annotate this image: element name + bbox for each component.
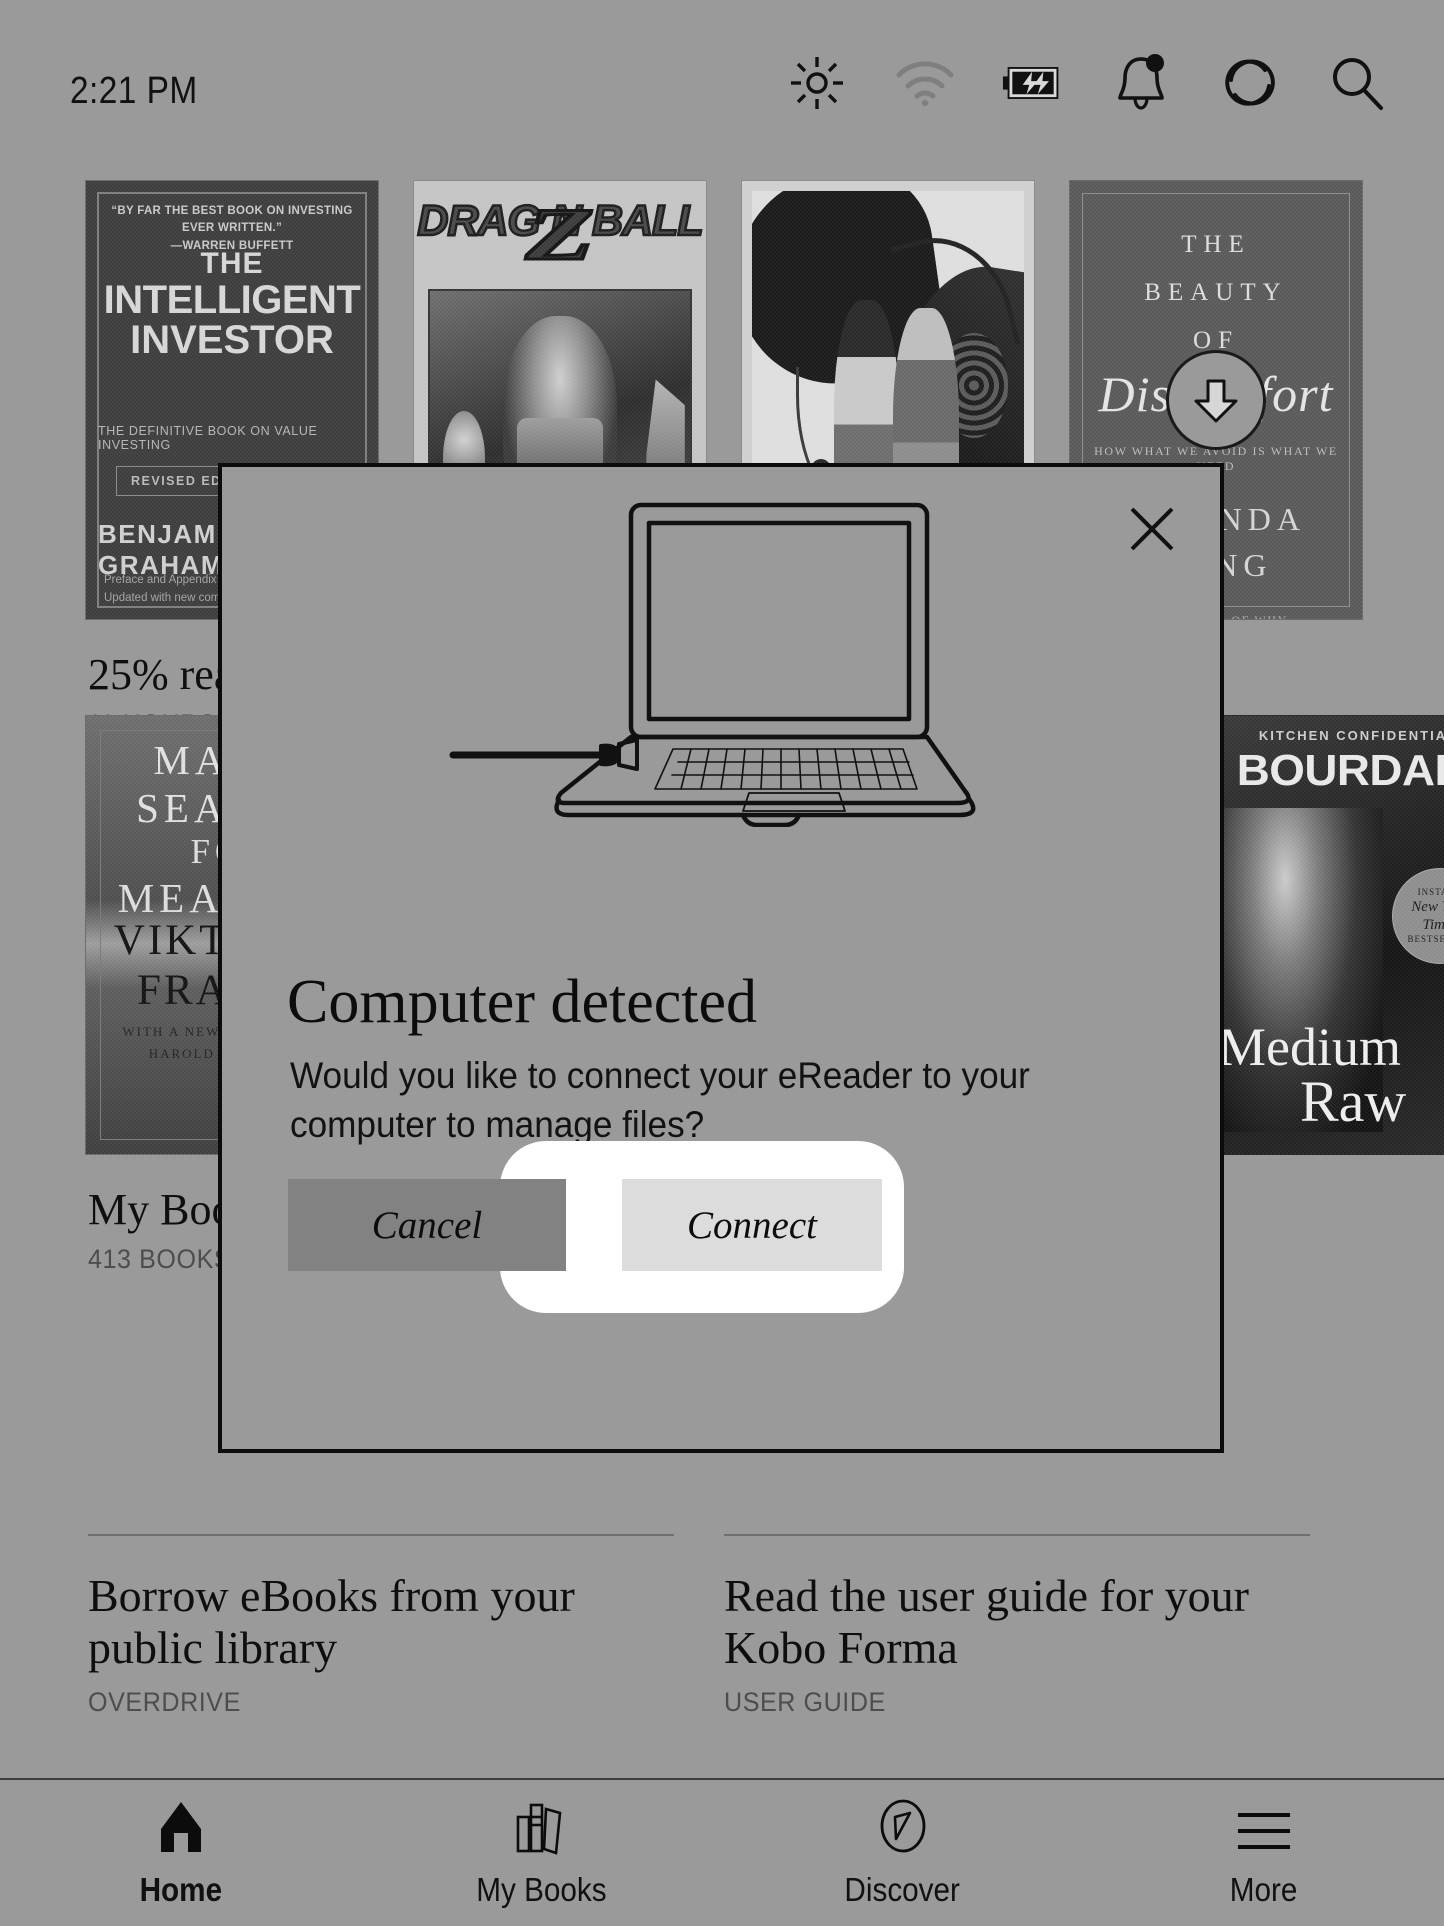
computer-detected-dialog: Computer detected Would you like to conn… bbox=[218, 463, 1224, 1453]
nav-label: My Books bbox=[476, 1871, 607, 1908]
dialog-button-row: Cancel Connect bbox=[288, 1141, 904, 1313]
nav-label: Home bbox=[139, 1871, 222, 1908]
nav-label: More bbox=[1229, 1871, 1298, 1908]
books-icon bbox=[512, 1797, 572, 1855]
compass-icon bbox=[874, 1797, 932, 1855]
nav-my-books[interactable]: My Books bbox=[361, 1780, 722, 1926]
nav-home[interactable]: Home bbox=[0, 1780, 361, 1926]
dialog-title: Computer detected bbox=[287, 968, 757, 1036]
connect-button[interactable]: Connect bbox=[622, 1179, 882, 1271]
nav-more[interactable]: More bbox=[1083, 1780, 1444, 1926]
close-icon[interactable] bbox=[1118, 495, 1186, 563]
bottom-navigation-bar: Home My Books Discover More bbox=[0, 1778, 1444, 1926]
nav-discover[interactable]: Discover bbox=[722, 1780, 1083, 1926]
hamburger-icon bbox=[1233, 1797, 1295, 1855]
nav-label: Discover bbox=[844, 1871, 961, 1908]
cancel-button[interactable]: Cancel bbox=[288, 1179, 566, 1271]
dialog-message: Would you like to connect your eReader t… bbox=[290, 1055, 1030, 1145]
home-icon bbox=[153, 1797, 209, 1855]
laptop-illustration bbox=[441, 497, 1001, 832]
ereader-screen: 2:21 PM “BY FAR THE BEST BOOK ON INVESTI… bbox=[0, 0, 1444, 1926]
